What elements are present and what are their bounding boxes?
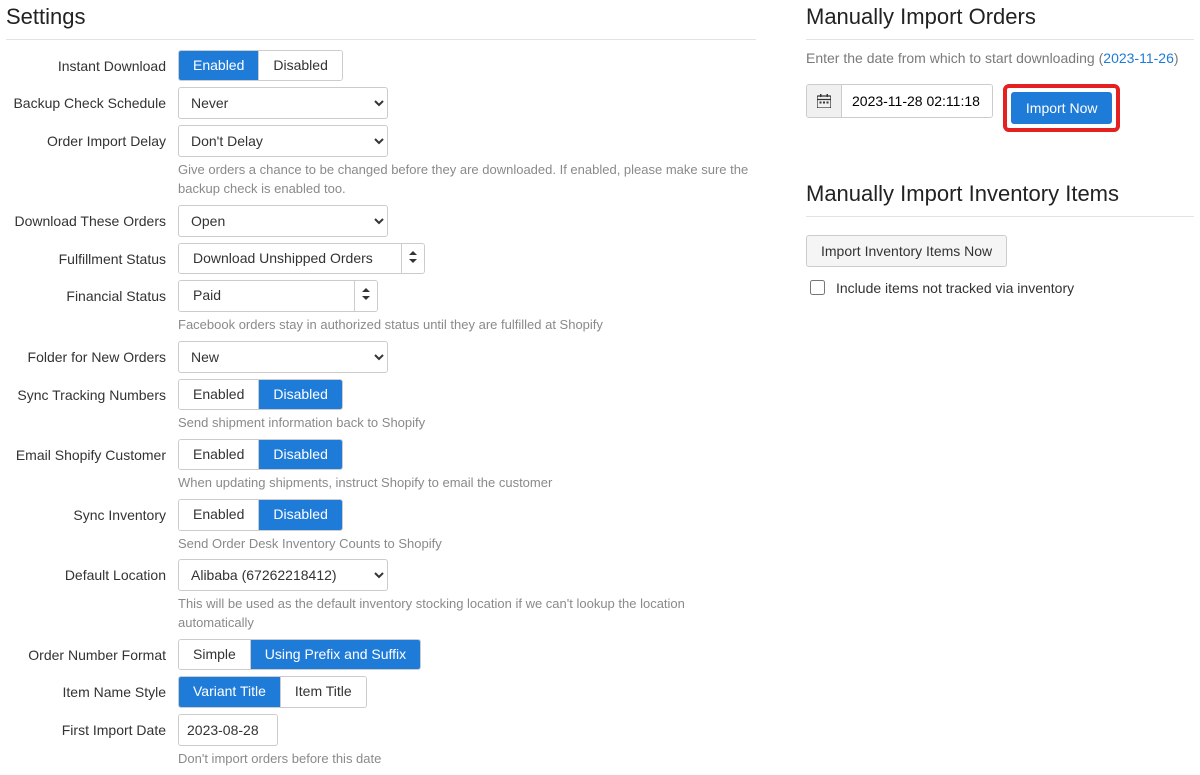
help-first-import-date: Don't import orders before this date [178,750,756,769]
manual-orders-title: Manually Import Orders [806,0,1194,40]
sort-icon[interactable] [354,281,377,310]
toggle-order-number-prefix[interactable]: Using Prefix and Suffix [250,640,420,669]
toggle-order-number-format: Simple Using Prefix and Suffix [178,639,421,670]
row-instant-download: Instant Download Enabled Disabled [6,50,756,81]
toggle-sync-inventory: Enabled Disabled [178,499,343,530]
sort-icon[interactable] [401,244,424,273]
toggle-instant-download: Enabled Disabled [178,50,343,81]
row-item-name-style: Item Name Style Variant Title Item Title [6,676,756,707]
toggle-sync-inventory-disabled[interactable]: Disabled [258,500,341,529]
label-email-customer: Email Shopify Customer [6,439,178,463]
toggle-sync-inventory-enabled[interactable]: Enabled [179,500,258,529]
row-backup-check: Backup Check Schedule Never [6,87,756,119]
label-instant-download: Instant Download [6,50,178,74]
import-inventory-button[interactable]: Import Inventory Items Now [806,235,1007,267]
input-import-datetime[interactable] [842,85,992,117]
help-default-location: This will be used as the default invento… [178,595,756,633]
row-sync-tracking: Sync Tracking Numbers Enabled Disabled S… [6,379,756,433]
hint-suffix: ) [1174,50,1179,66]
include-untracked-label: Include items not tracked via inventory [836,280,1074,296]
label-sync-inventory: Sync Inventory [6,499,178,523]
select-financial-status-value: Paid [179,281,354,310]
include-untracked-row[interactable]: Include items not tracked via inventory [806,277,1194,298]
label-fulfillment-status: Fulfillment Status [6,243,178,267]
hint-prefix: Enter the date from which to start downl… [806,50,1103,66]
select-import-delay[interactable]: Don't Delay [178,125,388,157]
toggle-item-name-style: Variant Title Item Title [178,676,367,707]
row-financial-status: Financial Status Paid Facebook orders st… [6,280,756,334]
toggle-sync-tracking-enabled[interactable]: Enabled [179,380,258,409]
select-fulfillment-status-value: Download Unshipped Orders [179,244,401,273]
toggle-sync-tracking: Enabled Disabled [178,379,343,410]
label-financial-status: Financial Status [6,280,178,304]
datetime-input-group [806,84,993,118]
help-email-customer: When updating shipments, instruct Shopif… [178,474,756,493]
toggle-email-customer-disabled[interactable]: Disabled [258,440,341,469]
manual-orders-hint: Enter the date from which to start downl… [806,50,1194,66]
toggle-item-name-variant[interactable]: Variant Title [179,677,280,706]
toggle-instant-download-disabled[interactable]: Disabled [258,51,341,80]
section-manual-inventory: Manually Import Inventory Items Import I… [806,177,1194,298]
toggle-item-name-item[interactable]: Item Title [280,677,366,706]
select-download-orders[interactable]: Open [178,205,388,237]
label-order-number-format: Order Number Format [6,639,178,663]
import-now-button[interactable]: Import Now [1011,92,1113,124]
row-default-location: Default Location Alibaba (67262218412) T… [6,559,756,633]
row-download-orders: Download These Orders Open [6,205,756,237]
select-fulfillment-status[interactable]: Download Unshipped Orders [178,243,425,274]
select-financial-status[interactable]: Paid [178,280,378,311]
hint-date-link[interactable]: 2023-11-26 [1103,50,1174,66]
row-first-import-date: First Import Date Don't import orders be… [6,714,756,769]
row-email-customer: Email Shopify Customer Enabled Disabled … [6,439,756,493]
manual-inventory-title: Manually Import Inventory Items [806,177,1194,217]
toggle-order-number-simple[interactable]: Simple [179,640,250,669]
help-sync-tracking: Send shipment information back to Shopif… [178,414,756,433]
label-download-orders: Download These Orders [6,205,178,229]
help-import-delay: Give orders a chance to be changed befor… [178,161,756,199]
label-folder-new: Folder for New Orders [6,341,178,365]
section-manual-orders: Manually Import Orders Enter the date fr… [806,0,1194,132]
toggle-email-customer: Enabled Disabled [178,439,343,470]
label-import-delay: Order Import Delay [6,125,178,149]
include-untracked-checkbox[interactable] [810,280,825,295]
label-item-name-style: Item Name Style [6,676,178,700]
calendar-icon[interactable] [807,85,842,117]
select-folder-new[interactable]: New [178,341,388,373]
row-sync-inventory: Sync Inventory Enabled Disabled Send Ord… [6,499,756,553]
select-default-location[interactable]: Alibaba (67262218412) [178,559,388,591]
row-fulfillment-status: Fulfillment Status Download Unshipped Or… [6,243,756,274]
label-backup-check: Backup Check Schedule [6,87,178,111]
help-sync-inventory: Send Order Desk Inventory Counts to Shop… [178,535,756,554]
label-first-import-date: First Import Date [6,714,178,738]
label-default-location: Default Location [6,559,178,583]
row-import-delay: Order Import Delay Don't Delay Give orde… [6,125,756,199]
toggle-email-customer-enabled[interactable]: Enabled [179,440,258,469]
select-backup-check[interactable]: Never [178,87,388,119]
row-folder-new: Folder for New Orders New [6,341,756,373]
label-sync-tracking: Sync Tracking Numbers [6,379,178,403]
help-financial-status: Facebook orders stay in authorized statu… [178,316,756,335]
row-order-number-format: Order Number Format Simple Using Prefix … [6,639,756,670]
settings-title: Settings [6,0,756,40]
toggle-sync-tracking-disabled[interactable]: Disabled [258,380,341,409]
input-first-import-date[interactable] [178,714,278,746]
import-now-highlight: Import Now [1003,84,1121,132]
toggle-instant-download-enabled[interactable]: Enabled [179,51,258,80]
